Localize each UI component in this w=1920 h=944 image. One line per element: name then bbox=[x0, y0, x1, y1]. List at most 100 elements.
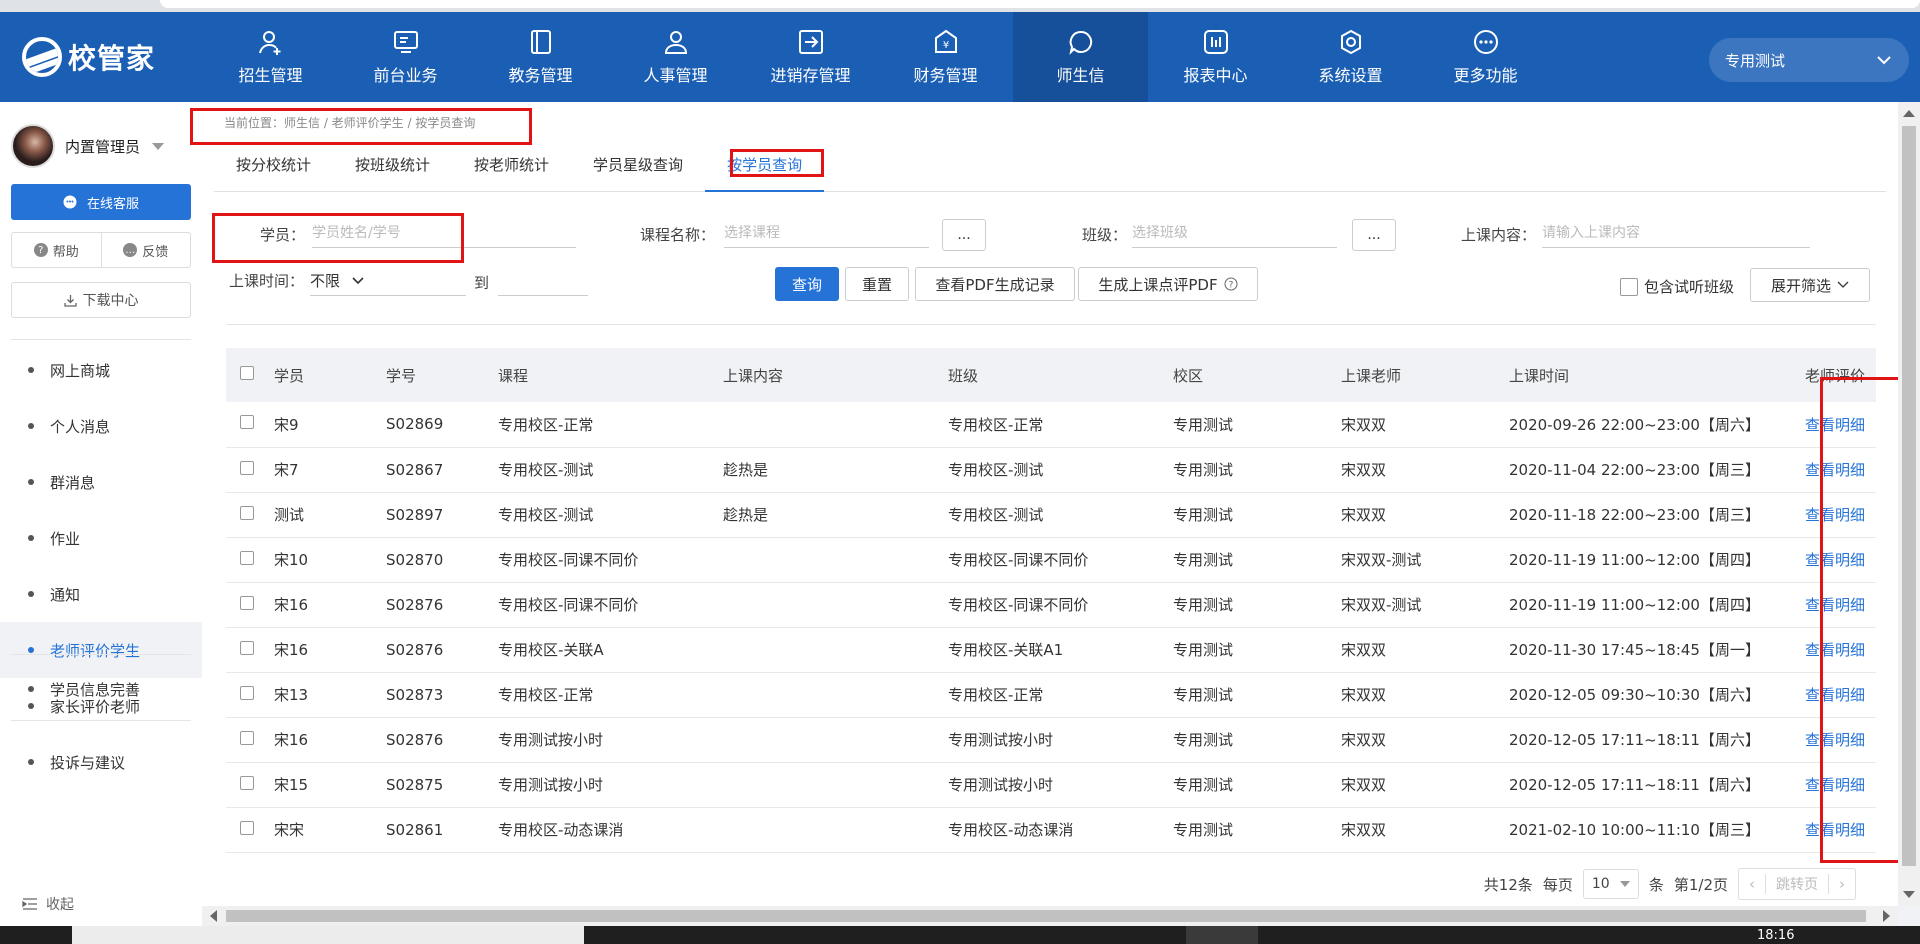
content-input[interactable] bbox=[1542, 218, 1810, 248]
top-nav-items: 招生管理 前台业务 教务管理 人事管理 进销存管理 ¥ 财务管理 师生信 报表中心 系统设置 更多功… bbox=[203, 12, 1553, 102]
collapse-sidebar-button[interactable]: 收起 bbox=[22, 894, 74, 914]
sidebar-item-0[interactable]: 网上商城 bbox=[0, 342, 202, 398]
nav-item-label: 人事管理 bbox=[643, 66, 708, 85]
tab-1[interactable]: 按班级统计 bbox=[333, 150, 452, 192]
scroll-thumb[interactable] bbox=[1902, 126, 1916, 866]
course-picker-button[interactable]: ... bbox=[942, 219, 986, 251]
query-tabs: 按分校统计 按班级统计 按老师统计 学员星级查询 按学员查询 bbox=[214, 150, 1886, 192]
online-service-button[interactable]: 在线客服 bbox=[11, 184, 191, 220]
course-select-input[interactable] bbox=[724, 218, 929, 248]
class-picker-button[interactable]: ... bbox=[1352, 219, 1396, 251]
page-size-select[interactable]: 10 bbox=[1582, 869, 1639, 899]
table-cell: 专用测试按小时 bbox=[948, 731, 1054, 749]
sidebar-item-3[interactable]: 作业 bbox=[0, 510, 202, 566]
brand-logo[interactable]: 校管家 bbox=[22, 36, 155, 78]
student-evaluation-table: 学员 学号 课程 上课内容 班级 校区 上课老师 上课时间 老师评价 宋9 S02869 专用校区-… bbox=[226, 348, 1876, 853]
select-all-checkbox[interactable] bbox=[226, 348, 270, 402]
main-content: 当前位置：师生信 / 老师评价学生 / 按学员查询 按分校统计 按班级统计 按老师统… bbox=[202, 102, 1898, 906]
taskbar-search[interactable] bbox=[72, 926, 584, 944]
row-checkbox[interactable] bbox=[226, 807, 270, 852]
jump-page-input[interactable]: 跳转页 bbox=[1765, 874, 1829, 894]
table-cell bbox=[719, 717, 944, 762]
include-trial-checkbox[interactable]: 包含试听班级 bbox=[1620, 276, 1734, 297]
tab-0[interactable]: 按分校统计 bbox=[214, 150, 333, 192]
table-cell: 宋宋 bbox=[274, 821, 305, 839]
nav-item-1[interactable]: 前台业务 bbox=[338, 12, 473, 102]
row-checkbox[interactable] bbox=[226, 537, 270, 582]
browser-address-bar[interactable] bbox=[160, 0, 1920, 8]
view-detail-link[interactable]: 查看明细 bbox=[1801, 672, 1876, 717]
table-cell: 专用测试 bbox=[1173, 551, 1234, 569]
generate-pdf-button[interactable]: 生成上课点评PDF ? bbox=[1078, 267, 1258, 301]
download-center-button[interactable]: 下载中心 bbox=[11, 282, 191, 318]
view-detail-link[interactable]: 查看明细 bbox=[1801, 762, 1876, 807]
vertical-scrollbar[interactable] bbox=[1898, 102, 1920, 906]
row-checkbox[interactable] bbox=[226, 402, 270, 447]
horizontal-scrollbar[interactable] bbox=[202, 906, 1898, 926]
row-checkbox[interactable] bbox=[226, 717, 270, 762]
student-search-input[interactable] bbox=[312, 218, 576, 248]
nav-item-6[interactable]: 师生信 bbox=[1013, 12, 1148, 102]
table-cell: 专用校区-关联A bbox=[498, 641, 604, 659]
scroll-right-icon[interactable] bbox=[1883, 910, 1890, 922]
row-checkbox[interactable] bbox=[226, 447, 270, 492]
nav-item-3[interactable]: 人事管理 bbox=[608, 12, 743, 102]
scroll-left-icon[interactable] bbox=[210, 910, 217, 922]
table-cell: 专用测试 bbox=[1173, 821, 1234, 839]
yen-shield-icon: ¥ bbox=[932, 28, 960, 56]
sidebar-item-4[interactable]: 通知 bbox=[0, 566, 202, 622]
time-range-select[interactable]: 不限 bbox=[310, 266, 466, 296]
sidebar-item-student-info[interactable]: 学员信息完善 bbox=[0, 661, 202, 717]
row-checkbox[interactable] bbox=[226, 672, 270, 717]
reset-button[interactable]: 重置 bbox=[845, 267, 909, 301]
query-button[interactable]: 查询 bbox=[775, 267, 839, 301]
sidebar-divider bbox=[11, 720, 191, 721]
class-select-input[interactable] bbox=[1132, 218, 1337, 248]
view-detail-link[interactable]: 查看明细 bbox=[1801, 627, 1876, 672]
row-checkbox[interactable] bbox=[226, 627, 270, 672]
column-header: 校区 bbox=[1173, 366, 1204, 385]
scroll-thumb[interactable] bbox=[226, 910, 1866, 922]
prev-page-button[interactable]: ‹ bbox=[1739, 875, 1765, 893]
view-detail-link[interactable]: 查看明细 bbox=[1801, 447, 1876, 492]
view-detail-link[interactable]: 查看明细 bbox=[1801, 492, 1876, 537]
nav-item-4[interactable]: 进销存管理 bbox=[743, 12, 878, 102]
tab-3[interactable]: 学员星级查询 bbox=[571, 150, 705, 192]
feedback-button[interactable]: … 反馈 bbox=[102, 233, 191, 267]
user-menu[interactable]: 内置管理员 bbox=[11, 124, 165, 168]
student-label: 学员： bbox=[260, 226, 306, 244]
view-detail-link[interactable]: 查看明细 bbox=[1801, 807, 1876, 852]
row-checkbox[interactable] bbox=[226, 582, 270, 627]
help-button[interactable]: ? 帮助 bbox=[12, 233, 102, 267]
scroll-up-icon[interactable] bbox=[1903, 110, 1915, 117]
nav-item-7[interactable]: 报表中心 bbox=[1148, 12, 1283, 102]
nav-item-9[interactable]: 更多功能 bbox=[1418, 12, 1553, 102]
scroll-down-icon[interactable] bbox=[1903, 891, 1915, 898]
column-header: 班级 bbox=[948, 366, 979, 385]
row-checkbox[interactable] bbox=[226, 492, 270, 537]
nav-item-0[interactable]: 招生管理 bbox=[203, 12, 338, 102]
next-page-button[interactable]: › bbox=[1829, 875, 1855, 893]
view-detail-link[interactable]: 查看明细 bbox=[1801, 402, 1876, 447]
table-cell: 宋双双 bbox=[1341, 415, 1387, 434]
tab-4[interactable]: 按学员查询 bbox=[705, 150, 825, 192]
sidebar-item-7[interactable]: 投诉与建议 bbox=[0, 734, 202, 790]
campus-select[interactable]: 专用测试 bbox=[1709, 38, 1909, 82]
view-detail-link[interactable]: 查看明细 bbox=[1801, 582, 1876, 627]
view-pdf-records-button[interactable]: 查看PDF生成记录 bbox=[915, 267, 1075, 301]
row-checkbox[interactable] bbox=[226, 762, 270, 807]
tab-2[interactable]: 按老师统计 bbox=[452, 150, 571, 192]
view-detail-link[interactable]: 查看明细 bbox=[1801, 537, 1876, 582]
nav-item-8[interactable]: 系统设置 bbox=[1283, 12, 1418, 102]
view-detail-link[interactable]: 查看明细 bbox=[1801, 717, 1876, 762]
sidebar-item-2[interactable]: 群消息 bbox=[0, 454, 202, 510]
table-cell: 宋双双 bbox=[1341, 641, 1387, 659]
end-date-input[interactable] bbox=[498, 266, 588, 296]
taskbar-active-app[interactable] bbox=[1186, 926, 1258, 944]
table-row: 宋16 S02876 专用校区-关联A 专用校区-关联A1 专用测试 宋双双 2020-11… bbox=[226, 627, 1876, 672]
nav-item-5[interactable]: ¥ 财务管理 bbox=[878, 12, 1013, 102]
table-cell: 宋16 bbox=[274, 596, 309, 614]
nav-item-2[interactable]: 教务管理 bbox=[473, 12, 608, 102]
sidebar-item-1[interactable]: 个人消息 bbox=[0, 398, 202, 454]
expand-filter-button[interactable]: 展开筛选 bbox=[1750, 268, 1870, 302]
